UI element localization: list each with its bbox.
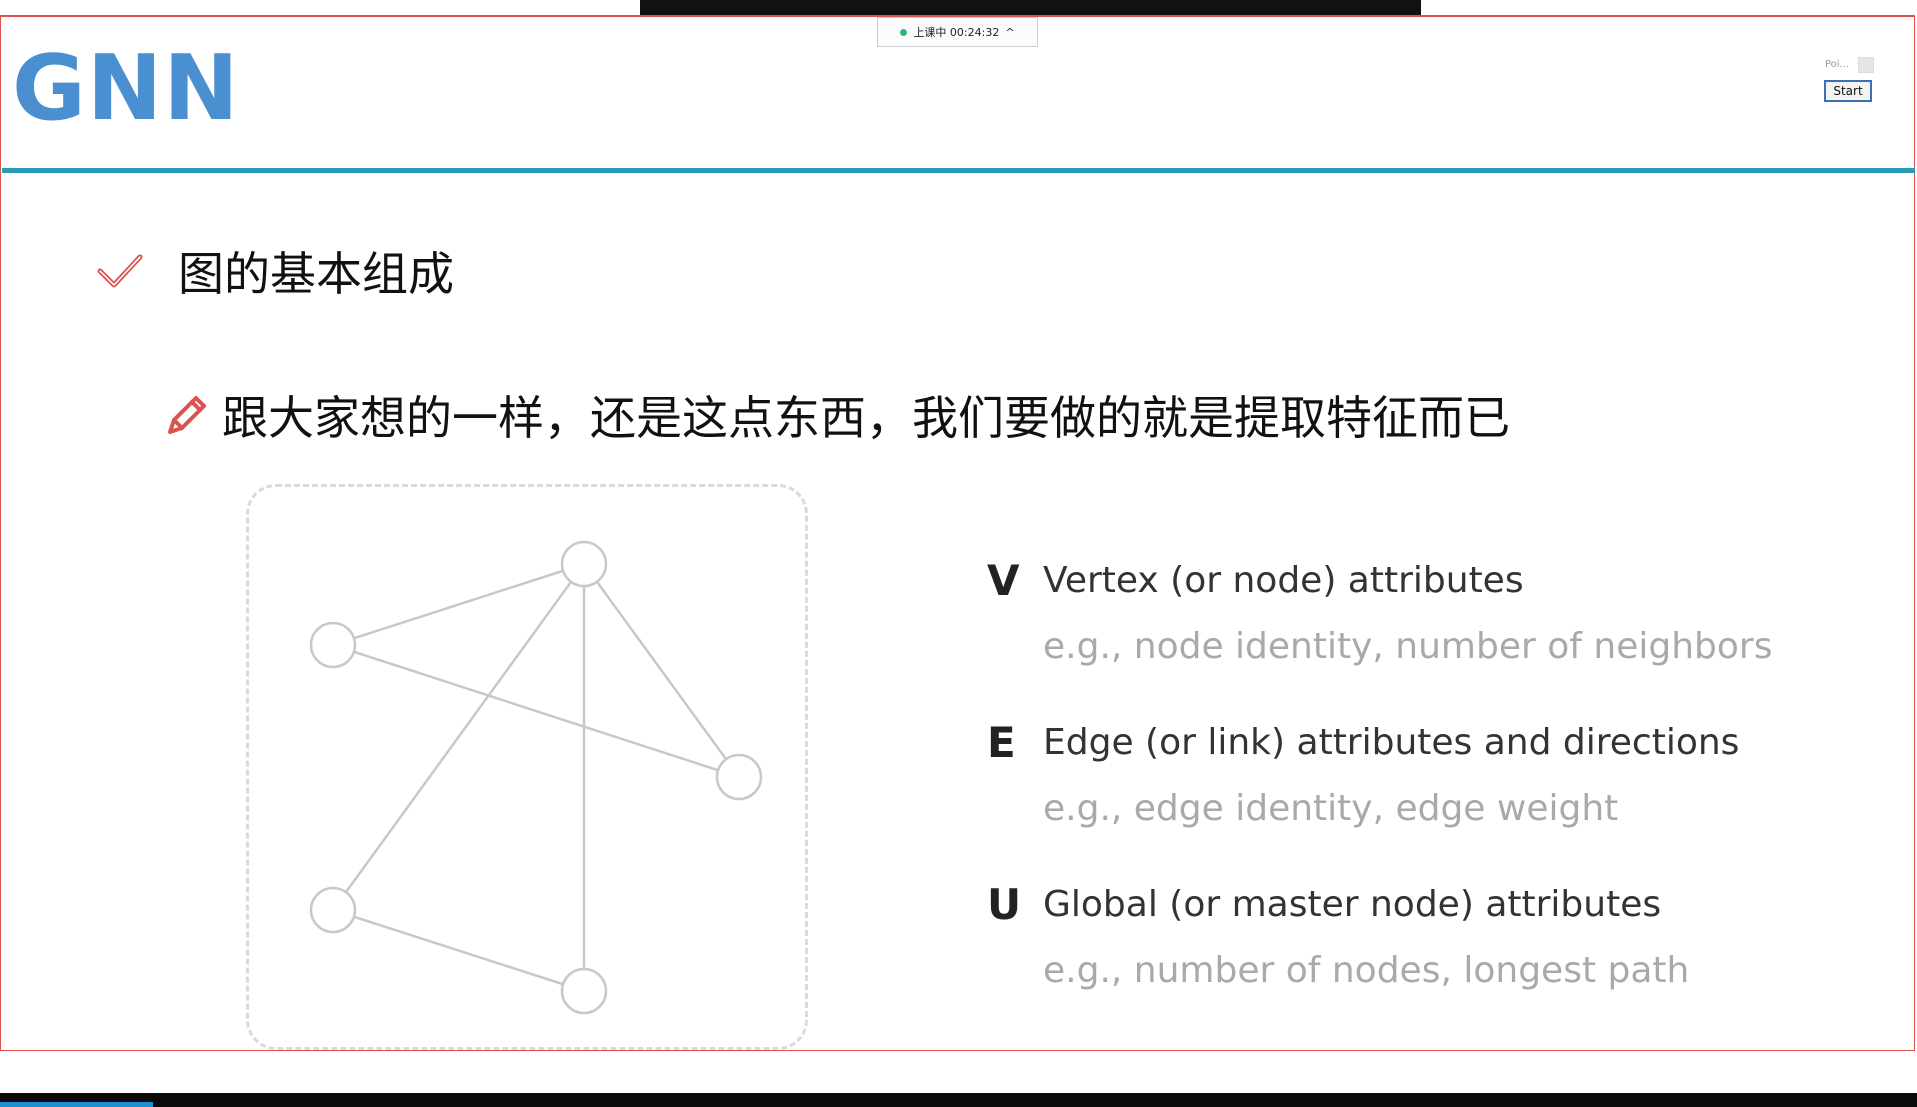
playback-progress[interactable] bbox=[0, 1102, 154, 1107]
status-dot-icon bbox=[900, 28, 908, 36]
attribute-letter: U bbox=[987, 880, 1022, 929]
pencil-icon bbox=[168, 396, 206, 434]
attribute-item-global: U Global (or master node) attributes e.g… bbox=[985, 880, 1765, 1042]
start-button[interactable]: Start bbox=[1824, 80, 1872, 102]
attribute-letter: E bbox=[987, 718, 1016, 767]
heading-text: 图的基本组成 bbox=[178, 247, 454, 301]
attribute-item-edge: E Edge (or link) attributes and directio… bbox=[985, 718, 1765, 880]
graph-edge bbox=[331, 563, 586, 911]
title-rule bbox=[2, 168, 1915, 173]
status-text: 上课中 00:24:32 bbox=[913, 26, 1000, 39]
mini-panel: Poi... Start bbox=[1822, 54, 1876, 108]
graph-node bbox=[715, 753, 763, 801]
chevron-up-icon[interactable]: ^ bbox=[1005, 26, 1014, 39]
attribute-label: Global (or master node) attributes bbox=[1043, 884, 1662, 925]
attribute-label: Vertex (or node) attributes bbox=[1043, 560, 1524, 601]
heading-row: 图的基本组成 bbox=[96, 238, 454, 304]
graph-edge bbox=[332, 643, 740, 779]
attribute-letter: V bbox=[987, 556, 1020, 605]
attribute-example: e.g., edge identity, edge weight bbox=[1043, 788, 1619, 829]
graph-edge bbox=[332, 908, 585, 993]
subline-row: 跟大家想的一样，还是这点东西，我们要做的就是提取特征而已 bbox=[162, 382, 1510, 448]
class-status-pill[interactable]: 上课中 00:24:32 ^ bbox=[877, 17, 1038, 47]
attribute-example: e.g., node identity, number of neighbors bbox=[1043, 626, 1773, 667]
attribute-label: Edge (or link) attributes and directions bbox=[1043, 722, 1740, 763]
check-icon bbox=[97, 254, 143, 288]
subline-text: 跟大家想的一样，还是这点东西，我们要做的就是提取特征而已 bbox=[222, 391, 1510, 445]
graph-node bbox=[309, 886, 357, 934]
graph-node bbox=[560, 967, 608, 1015]
graph-diagram bbox=[309, 540, 763, 1015]
mini-panel-box-icon bbox=[1858, 57, 1874, 73]
attribute-example: e.g., number of nodes, longest path bbox=[1043, 950, 1690, 991]
slide-title: GNN bbox=[12, 36, 240, 141]
graph-node bbox=[309, 621, 357, 669]
bottom-bar bbox=[0, 1093, 1917, 1107]
attribute-item-vertex: V Vertex (or node) attributes e.g., node… bbox=[985, 556, 1772, 718]
graph-edge bbox=[582, 563, 741, 778]
top-black-bar bbox=[640, 0, 1421, 15]
attribute-list: V Vertex (or node) attributes e.g., node… bbox=[985, 556, 1772, 1042]
graph-edge bbox=[332, 562, 585, 647]
graph-node bbox=[560, 540, 608, 588]
